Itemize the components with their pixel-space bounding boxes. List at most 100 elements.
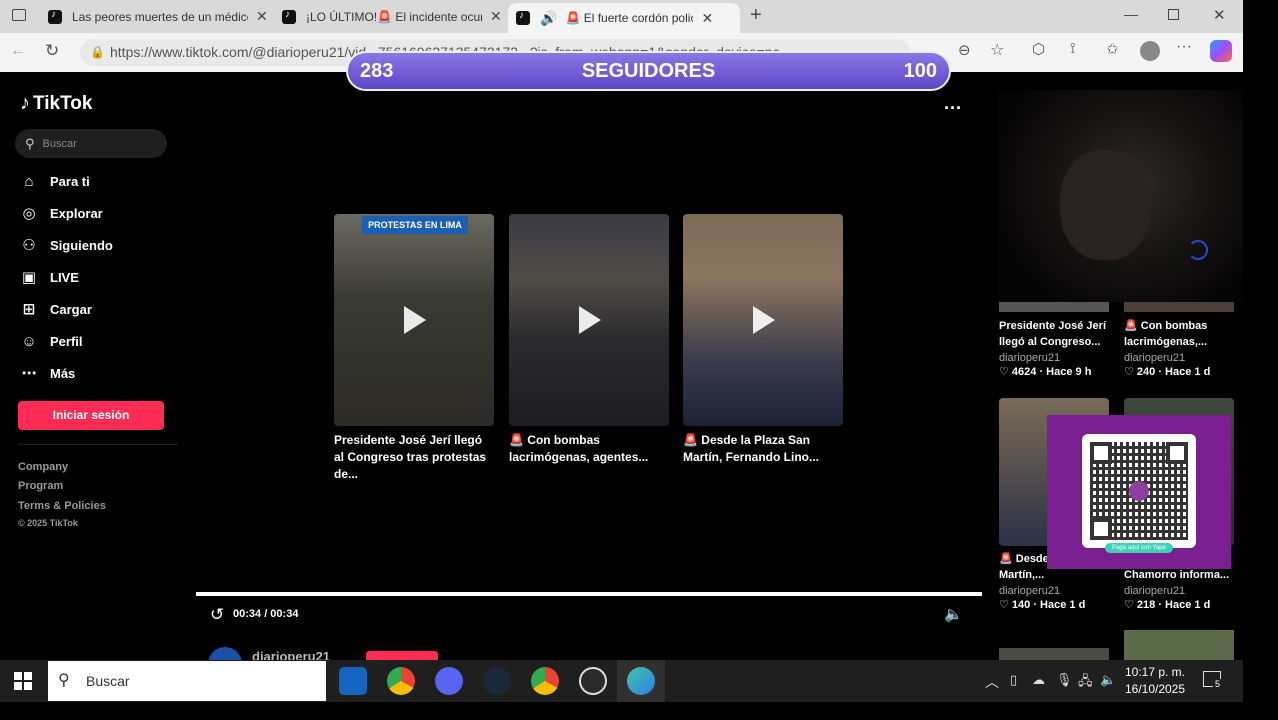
qr-finder <box>1090 518 1112 540</box>
close-window-icon[interactable]: ✕ <box>1213 6 1226 24</box>
network-icon[interactable]: 🖧 <box>1078 672 1093 694</box>
tab-split-icon[interactable]: ⟟ <box>1070 40 1076 57</box>
suggested-video-card[interactable]: 🚨 Desde la Plaza San Martín, Fernando Li… <box>683 214 843 466</box>
login-button[interactable]: Iniciar sesión <box>18 401 164 430</box>
related-title: Presidente José Jerí llegó al Congreso..… <box>999 320 1107 348</box>
tab-3-active[interactable]: 🔊 🚨 El fuerte cordón policial ✕ <box>508 3 740 33</box>
following-icon: ⚇ <box>22 237 36 254</box>
replay-icon[interactable]: ↺ <box>210 605 224 625</box>
video-caption[interactable]: 🚨 Con bombas lacrimógenas, agentes... <box>509 432 669 466</box>
notification-count: 5 <box>1213 679 1223 689</box>
yape-logo-icon <box>1129 481 1149 501</box>
tiktok-favicon-icon <box>282 9 296 24</box>
taskbar-search[interactable]: ⚲ Buscar <box>48 661 326 701</box>
related-thumb[interactable] <box>1124 630 1234 660</box>
follow-button[interactable] <box>366 651 438 660</box>
play-icon[interactable] <box>753 306 775 334</box>
maximize-icon[interactable] <box>1168 9 1179 20</box>
video-thumbnail[interactable]: PROTESTAS EN LIMA <box>334 214 494 426</box>
copilot-icon[interactable] <box>1210 40 1232 62</box>
minimize-icon[interactable]: — <box>1124 6 1138 22</box>
onedrive-icon[interactable]: ☁ <box>1032 672 1045 688</box>
author-name[interactable]: diarioperu21 <box>252 649 330 660</box>
play-icon[interactable] <box>404 306 426 334</box>
related-video-card[interactable]: Chamorro informa... diarioperu21 ♡ 218 ·… <box>1124 567 1240 611</box>
nav-label: Siguiendo <box>50 237 113 253</box>
nav-para-ti[interactable]: ⌂ Para ti <box>20 172 90 190</box>
site-info-icon[interactable]: 🔒 <box>90 39 105 66</box>
obs-icon[interactable] <box>579 667 607 695</box>
related-thumb[interactable] <box>999 648 1109 660</box>
clock-time: 10:17 p. m. <box>1124 665 1186 679</box>
related-stats: ♡ 240 · Hace 1 d <box>1124 366 1211 378</box>
favorites-icon[interactable]: ✩ <box>1106 40 1119 58</box>
show-hidden-icons[interactable]: ︿ <box>985 672 999 692</box>
progress-fill <box>196 592 982 596</box>
live-icon: ▣ <box>21 269 37 286</box>
close-tab-icon[interactable]: ✕ <box>701 10 713 27</box>
qr-caption: Paga aquí con Yape <box>1105 543 1173 553</box>
reload-icon[interactable]: ↻ <box>45 41 59 61</box>
nav-live[interactable]: ▣ LIVE <box>20 268 79 286</box>
more-options-icon[interactable]: ··· <box>944 98 962 119</box>
volume-tray-icon[interactable]: 🔈 <box>1100 672 1116 688</box>
tab-title: ¡LO ÚLTIMO!🚨 El incidente ocurrido <box>306 9 482 24</box>
microphone-icon[interactable]: 🎙 <box>1056 672 1073 688</box>
related-video-card[interactable]: 🚨 Con bombas lacrimógenas,... diarioperu… <box>1124 318 1240 378</box>
search-input[interactable]: ⚲ Buscar <box>15 129 167 158</box>
tab-actions-icon[interactable] <box>12 9 26 21</box>
qr-code <box>1082 434 1196 548</box>
close-tab-icon[interactable]: ✕ <box>256 8 268 25</box>
extensions-icon[interactable]: ⬡ <box>1032 40 1045 58</box>
tab-2[interactable]: ¡LO ÚLTIMO!🚨 El incidente ocurrido ✕ <box>274 3 506 30</box>
more-icon: ⋯ <box>21 365 37 382</box>
tray-app-icon[interactable]: ▯ <box>1010 672 1017 688</box>
footer-copyright: © 2025 TikTok <box>18 518 78 528</box>
clock[interactable]: 10:17 p. m. 16/10/2025 <box>1124 664 1186 698</box>
author-avatar[interactable] <box>208 647 242 660</box>
nav-cargar[interactable]: ⊞ Cargar <box>20 300 92 318</box>
chrome-icon[interactable] <box>387 667 415 695</box>
tab-title: 🚨 El fuerte cordón policial <box>565 11 693 25</box>
progress-track[interactable] <box>196 592 982 596</box>
footer-company-link[interactable]: Company <box>18 461 68 473</box>
nav-explorar[interactable]: ◎ Explorar <box>20 204 102 222</box>
video-thumbnail[interactable] <box>509 214 669 426</box>
footer-terms-link[interactable]: Terms & Policies <box>18 500 106 512</box>
followers-goal: 100 <box>903 59 937 82</box>
nav-mas[interactable]: ⋯ Más <box>20 364 76 382</box>
related-video-card[interactable]: Presidente José Jerí llegó al Congreso..… <box>999 318 1115 378</box>
active-app-highlight <box>617 660 665 702</box>
volume-icon[interactable]: 🔈 <box>944 605 963 623</box>
video-caption[interactable]: Presidente José Jerí llegó al Congreso t… <box>334 432 494 483</box>
chrome-profile-icon[interactable] <box>531 667 559 695</box>
play-icon[interactable] <box>579 306 601 334</box>
discord-icon[interactable] <box>435 667 463 695</box>
related-author: diarioperu21 <box>1124 352 1186 364</box>
follower-goal-bar: 283 SEGUIDORES 100 <box>346 51 951 91</box>
profile-avatar-icon[interactable] <box>1140 41 1160 61</box>
steam-icon[interactable] <box>483 667 511 695</box>
windows-start-icon[interactable] <box>14 672 32 690</box>
zoom-icon[interactable]: ⊖ <box>958 41 971 59</box>
close-tab-icon[interactable]: ✕ <box>490 8 502 25</box>
suggested-video-card[interactable]: 🚨 Con bombas lacrimógenas, agentes... <box>509 214 669 466</box>
favorite-star-icon[interactable]: ☆ <box>990 40 1004 60</box>
footer-program-link[interactable]: Program <box>18 480 63 492</box>
related-stats: ♡ 140 · Hace 1 d <box>999 599 1086 611</box>
new-tab-icon[interactable]: + <box>750 4 762 27</box>
nav-siguiendo[interactable]: ⚇ Siguiendo <box>20 236 113 254</box>
video-caption[interactable]: 🚨 Desde la Plaza San Martín, Fernando Li… <box>683 432 843 466</box>
nav-label: Para ti <box>50 173 90 189</box>
back-icon[interactable]: ← <box>10 42 26 60</box>
suggested-video-card[interactable]: PROTESTAS EN LIMA Presidente José Jerí l… <box>334 214 494 483</box>
settings-more-icon[interactable]: ··· <box>1176 38 1192 56</box>
qr-finder <box>1166 442 1188 464</box>
tab-1[interactable]: Las peores muertes de un médico ✕ <box>40 3 272 30</box>
tiktok-logo[interactable]: ♪ TikTok <box>20 92 92 115</box>
audio-playing-icon[interactable]: 🔊 <box>540 10 557 27</box>
video-thumbnail[interactable] <box>683 214 843 426</box>
taskbar-search-label: Buscar <box>86 673 130 689</box>
nav-perfil[interactable]: ☺ Perfil <box>20 332 82 350</box>
outlook-icon[interactable] <box>339 667 367 695</box>
